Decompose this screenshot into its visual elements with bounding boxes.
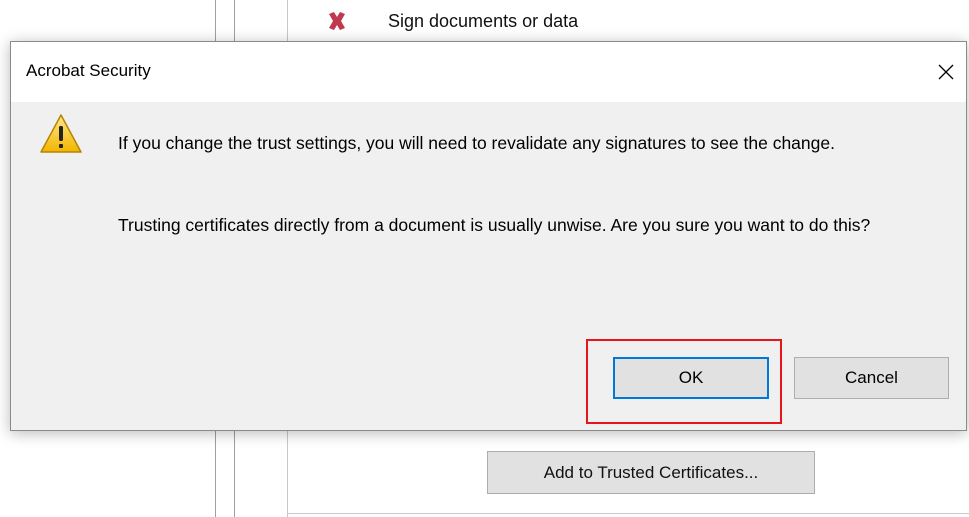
- cancel-button[interactable]: Cancel: [794, 357, 949, 399]
- warning-triangle-icon: [40, 114, 82, 153]
- dialog-message-secondary: Trusting certificates directly from a do…: [118, 215, 871, 235]
- background-panel-edge: [287, 513, 969, 514]
- dialog-titlebar: Acrobat Security: [11, 42, 966, 102]
- close-icon: [938, 64, 954, 80]
- sign-documents-label: Sign documents or data: [388, 10, 579, 31]
- close-button[interactable]: [926, 52, 966, 92]
- add-to-trusted-certificates-button[interactable]: Add to Trusted Certificates...: [487, 451, 815, 494]
- red-x-icon: [329, 12, 345, 30]
- dialog-message-primary: If you change the trust settings, you wi…: [118, 133, 835, 153]
- dialog-title: Acrobat Security: [26, 61, 151, 80]
- acrobat-security-dialog: Acrobat Security If you change the trust…: [10, 41, 967, 431]
- sign-documents-row: Sign documents or data: [326, 10, 578, 32]
- ok-button[interactable]: OK: [613, 357, 769, 399]
